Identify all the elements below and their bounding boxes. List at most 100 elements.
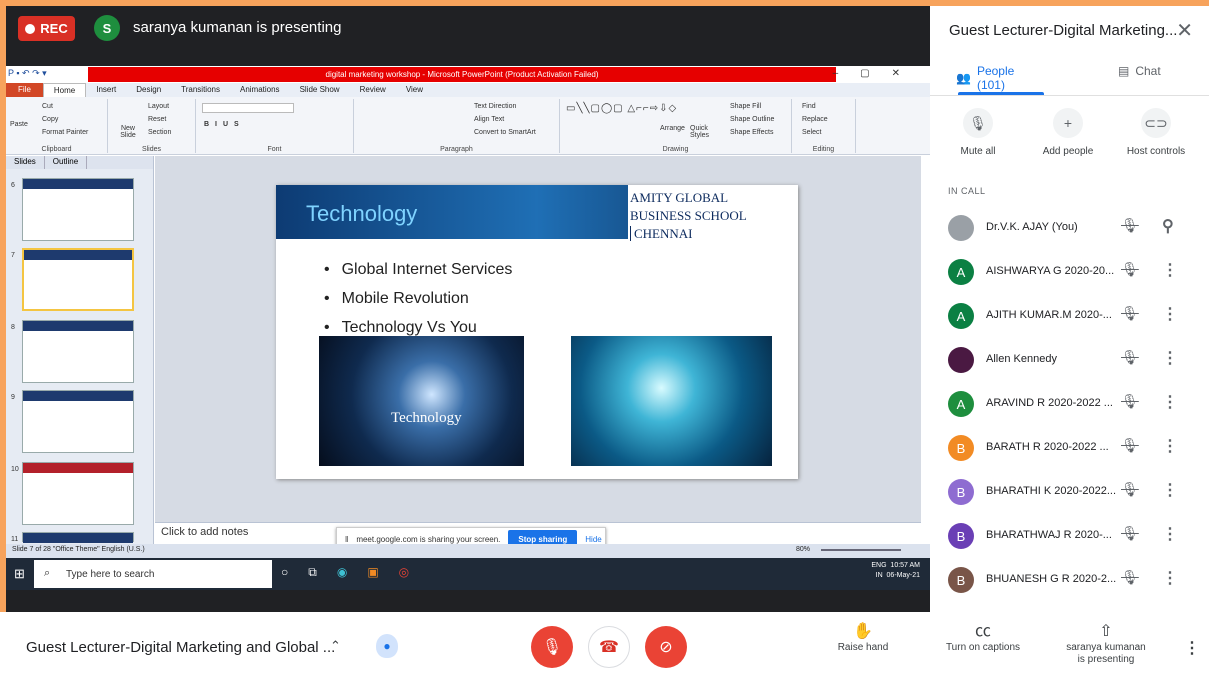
menu-home[interactable]: Home [42, 83, 87, 97]
more-options-icon[interactable]: ⋮ [1162, 304, 1178, 324]
powerpoint-icon[interactable]: ▣ [367, 565, 378, 580]
slide-thumbnail[interactable] [22, 462, 134, 525]
shape-fill-button[interactable]: Shape Fill [730, 103, 761, 110]
slide-thumbnail[interactable] [22, 390, 134, 453]
participant-row[interactable]: A ARAVIND R 2020-2022 ... 🎙 ⋮ [930, 384, 1209, 428]
more-options-icon[interactable]: ⋮ [1162, 348, 1178, 368]
mic-off-icon[interactable]: 🎙 [1121, 393, 1139, 410]
tab-outline[interactable]: Outline [45, 156, 88, 169]
format-painter-button[interactable]: Format Painter [42, 129, 88, 136]
current-slide[interactable]: Technology AMITY GLOBAL BUSINESS SCHOOL … [276, 185, 798, 479]
close-icon[interactable]: ✕ [1176, 18, 1193, 43]
participant-row[interactable]: B BARATH R 2020-2022 ... 🎙 ⋮ [930, 428, 1209, 472]
shape-outline-button[interactable]: Shape Outline [730, 116, 774, 123]
cortana-icon[interactable]: ○ [281, 565, 288, 580]
shape-effects-button[interactable]: Shape Effects [730, 129, 773, 136]
text-direction-button[interactable]: Text Direction [474, 103, 516, 110]
copy-button[interactable]: Copy [42, 116, 58, 123]
tray-time[interactable]: 10:57 AM [890, 562, 920, 569]
more-options-icon[interactable]: ⋮ [1162, 436, 1178, 456]
tray-region[interactable]: IN [876, 572, 883, 579]
find-button[interactable]: Find [802, 103, 816, 110]
chevron-up-icon[interactable]: ⌃ [330, 638, 341, 654]
convert-smartart-button[interactable]: Convert to SmartArt [474, 129, 536, 136]
reset-button[interactable]: Reset [148, 116, 166, 123]
menu-transitions[interactable]: Transitions [171, 83, 230, 97]
participant-row[interactable]: B BHARATHWAJ R 2020-... 🎙 ⋮ [930, 516, 1209, 560]
slide-thumbnail-selected[interactable] [22, 248, 134, 311]
window-controls[interactable]: –▢✕ [833, 68, 922, 79]
shield-icon[interactable]: ● [376, 634, 398, 658]
tab-people[interactable]: 👥 People (101) [956, 64, 1044, 92]
menu-file[interactable]: File [6, 83, 43, 97]
meeting-name[interactable]: Guest Lecturer-Digital Marketing and Glo… [26, 639, 335, 656]
task-view-icon[interactable]: ⧉ [308, 565, 317, 580]
mic-off-icon[interactable]: 🎙 [1121, 261, 1139, 278]
menu-insert[interactable]: Insert [86, 83, 126, 97]
camera-toggle-button[interactable]: ⊘ [645, 626, 687, 668]
menu-design[interactable]: Design [126, 83, 171, 97]
present-now-button[interactable]: ⇧ saranya kumanan is presenting [1058, 624, 1154, 666]
mic-off-icon[interactable]: 🎙 [1121, 305, 1139, 322]
participant-row[interactable]: Allen Kennedy 🎙 ⋮ [930, 340, 1209, 384]
slide-thumbnail[interactable] [22, 532, 134, 543]
tray-lang[interactable]: ENG [871, 562, 886, 569]
zoom-slider[interactable] [821, 549, 901, 551]
menu-slideshow[interactable]: Slide Show [290, 83, 350, 97]
mute-all-button[interactable]: 🎙 Mute all [938, 106, 1018, 157]
slide-thumbnail[interactable] [22, 178, 134, 241]
drag-handle-icon[interactable]: ‖ [345, 535, 348, 544]
slide-thumbnail[interactable] [22, 320, 134, 383]
leave-call-button[interactable]: ☎ [588, 626, 630, 668]
more-options-icon[interactable]: ⋮ [1184, 638, 1200, 658]
chrome-icon[interactable]: ◎ [399, 565, 409, 580]
new-slide-button[interactable]: New Slide [114, 125, 142, 139]
more-options-icon[interactable]: ⋮ [1162, 260, 1178, 280]
paste-button[interactable]: Paste [10, 121, 28, 128]
menu-animations[interactable]: Animations [230, 83, 290, 97]
participant-row[interactable]: A AJITH KUMAR.M 2020-... 🎙 ⋮ [930, 296, 1209, 340]
layout-button[interactable]: Layout [148, 103, 169, 110]
replace-button[interactable]: Replace [802, 116, 828, 123]
align-text-button[interactable]: Align Text [474, 116, 504, 123]
host-controls-button[interactable]: ⊂⊃ Host controls [1116, 106, 1196, 157]
arrange-button[interactable]: Arrange [660, 125, 685, 132]
tray-date[interactable]: 06-May-21 [887, 572, 920, 579]
mic-off-icon[interactable]: 🎙 [1121, 525, 1139, 542]
mic-off-icon[interactable]: 🎙 [1121, 481, 1139, 498]
participant-row[interactable]: B BHUANESH G R 2020-2... 🎙 ⋮ [930, 560, 1209, 604]
captions-button[interactable]: ㏄ Turn on captions [938, 624, 1028, 654]
select-button[interactable]: Select [802, 129, 821, 136]
quick-styles-button[interactable]: Quick Styles [690, 125, 714, 139]
quick-access-toolbar[interactable]: P ▪ ↶ ↷ ▾ [8, 68, 47, 79]
participant-row[interactable]: Dr.V.K. AJAY (You) 🎙 ⚲ [930, 208, 1209, 252]
cut-button[interactable]: Cut [42, 103, 53, 110]
zoom-level[interactable]: 80% [796, 546, 810, 553]
mic-off-icon[interactable]: 🎙 [1121, 349, 1139, 366]
hide-button[interactable]: Hide [585, 535, 601, 544]
more-options-icon[interactable]: ⋮ [1162, 480, 1178, 500]
more-options-icon[interactable]: ⋮ [1162, 568, 1178, 588]
taskbar-search[interactable]: ⌕ Type here to search [34, 560, 272, 588]
tab-slides[interactable]: Slides [6, 156, 45, 169]
section-button[interactable]: Section [148, 129, 171, 136]
font-name-select[interactable] [202, 103, 294, 113]
raise-hand-button[interactable]: ✋ Raise hand [832, 624, 894, 654]
tab-chat[interactable]: ▤ Chat [1118, 64, 1161, 78]
menu-view[interactable]: View [396, 83, 433, 97]
pin-icon[interactable]: ⚲ [1162, 216, 1174, 236]
participant-row[interactable]: B BHARATHI K 2020-2022... 🎙 ⋮ [930, 472, 1209, 516]
mic-off-icon[interactable]: 🎙 [1121, 437, 1139, 454]
add-people-button[interactable]: + Add people [1028, 106, 1108, 157]
edge-icon[interactable]: ◉ [337, 565, 347, 580]
more-options-icon[interactable]: ⋮ [1162, 392, 1178, 412]
more-options-icon[interactable]: ⋮ [1162, 524, 1178, 544]
mic-off-icon[interactable]: 🎙 [1121, 569, 1139, 586]
font-format-buttons[interactable]: BIUS [204, 121, 245, 128]
windows-start-icon[interactable]: ⊞ [14, 566, 25, 582]
menu-review[interactable]: Review [350, 83, 396, 97]
shapes-gallery[interactable]: ▭╲╲▢◯▢ △⌐⌐⇨⇩◇ [566, 103, 677, 114]
mic-off-icon[interactable]: 🎙 [1121, 217, 1139, 234]
microphone-toggle-button[interactable]: 🎙 [531, 626, 573, 668]
participant-row[interactable]: A AISHWARYA G 2020-20... 🎙 ⋮ [930, 252, 1209, 296]
